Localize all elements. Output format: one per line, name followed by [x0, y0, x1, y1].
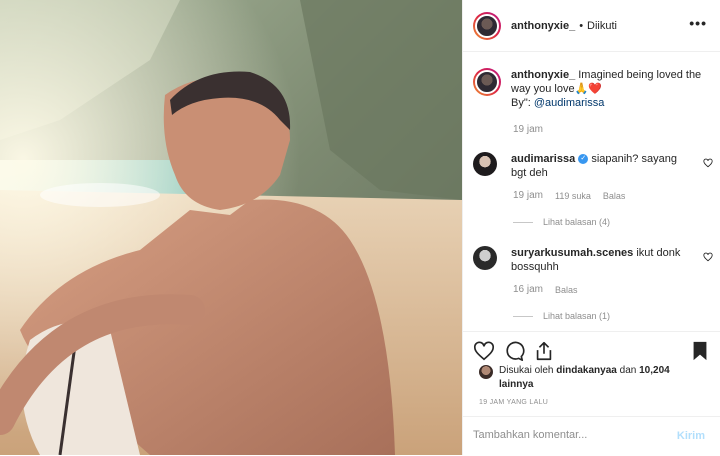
- post-photo-image: [0, 0, 462, 455]
- author-username[interactable]: anthonyxie_: [511, 20, 575, 32]
- comment-username[interactable]: suryarkusumah.scenes: [511, 247, 633, 259]
- more-options-icon[interactable]: •••: [689, 16, 707, 30]
- comment-avatar[interactable]: [473, 246, 497, 270]
- comment-reply-button[interactable]: Balas: [555, 285, 578, 295]
- comment-item: audimarissa ✓ siapanih? sayang bgt deh: [473, 152, 713, 180]
- view-replies-button[interactable]: Lihat balasan (1): [513, 311, 610, 321]
- liker-username[interactable]: dindakanyaa: [556, 365, 617, 376]
- comment-bubble-icon[interactable]: [503, 340, 525, 362]
- comment-like-heart-icon[interactable]: [703, 252, 713, 262]
- comment-meta: 19 jam 119 suka Balas: [513, 190, 625, 201]
- post-photo[interactable]: [0, 0, 462, 455]
- replies-divider: [513, 221, 533, 223]
- post-timestamp[interactable]: 19 JAM YANG LALU: [479, 399, 548, 406]
- replies-divider: [513, 315, 533, 317]
- post-modal: anthonyxie_ • Diikuti ••• anthonyxie_ Im…: [0, 0, 720, 455]
- comment-time[interactable]: 19 jam: [513, 190, 543, 201]
- likes-prefix: Disukai oleh: [499, 365, 557, 376]
- likes-summary: Disukai oleh dindakanyaa dan 10,204 lain…: [479, 364, 679, 392]
- follow-status-button[interactable]: Diikuti: [587, 20, 617, 32]
- post-side-panel: anthonyxie_ • Diikuti ••• anthonyxie_ Im…: [462, 0, 720, 455]
- caption-username[interactable]: anthonyxie_: [511, 69, 575, 81]
- comment-meta: 16 jam Balas: [513, 284, 578, 295]
- author-avatar[interactable]: [473, 11, 501, 40]
- comment-like-heart-icon[interactable]: [703, 158, 713, 168]
- verified-badge-icon: ✓: [578, 154, 589, 165]
- likes-mid: dan: [616, 365, 640, 376]
- caption-time[interactable]: 19 jam: [513, 124, 543, 135]
- caption-avatar[interactable]: [473, 68, 501, 96]
- view-replies-label: Lihat balasan (4): [543, 217, 611, 227]
- post-comment-button[interactable]: Kirim: [677, 430, 705, 442]
- caption-by-prefix: By":: [511, 97, 534, 109]
- liker-avatar[interactable]: [479, 365, 493, 379]
- add-comment-section: Kirim: [463, 416, 720, 456]
- comment-likes[interactable]: 119 suka: [555, 191, 591, 201]
- post-caption: anthonyxie_ Imagined being loved the way…: [473, 68, 713, 110]
- view-replies-button[interactable]: Lihat balasan (4): [513, 217, 610, 227]
- comment-reply-button[interactable]: Balas: [603, 191, 626, 201]
- comment-item: suryarkusumah.scenes ikut donk bossquhh: [473, 246, 713, 274]
- comment-avatar[interactable]: [473, 152, 497, 176]
- caption-mention-link[interactable]: @audimarissa: [534, 97, 604, 109]
- header-separator: •: [579, 19, 584, 32]
- share-icon[interactable]: [533, 340, 555, 362]
- bookmark-icon[interactable]: [689, 340, 711, 362]
- comment-input[interactable]: [473, 429, 653, 441]
- comment-time[interactable]: 16 jam: [513, 284, 543, 295]
- comment-username[interactable]: audimarissa: [511, 153, 575, 165]
- view-replies-label: Lihat balasan (1): [543, 311, 611, 321]
- post-header: anthonyxie_ • Diikuti •••: [463, 0, 720, 52]
- like-heart-icon[interactable]: [473, 340, 495, 362]
